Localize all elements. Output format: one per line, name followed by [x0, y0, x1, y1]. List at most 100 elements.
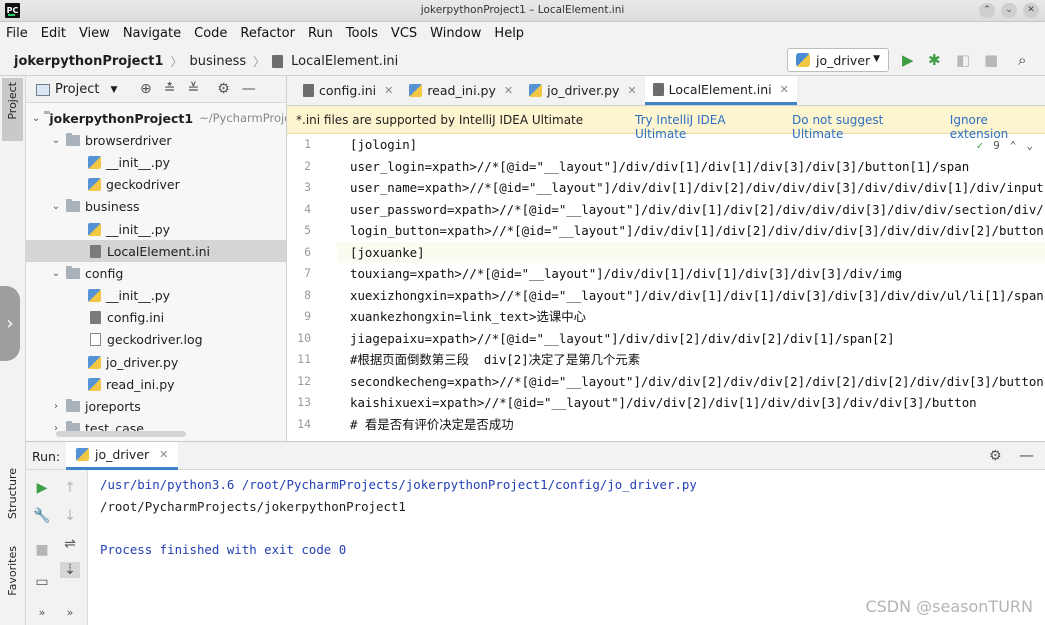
- chevron-down-icon[interactable]: ⌄: [50, 135, 62, 146]
- soft-wrap-icon[interactable]: ⇌: [60, 536, 80, 552]
- coverage-icon[interactable]: ◧: [956, 51, 970, 69]
- menu-file[interactable]: File: [6, 26, 28, 41]
- tree-item-file[interactable]: read_ini.py: [26, 373, 286, 395]
- hide-panel-icon[interactable]: —: [242, 81, 256, 97]
- code-line: xuankezhongxin=link_text>选课中心: [350, 309, 587, 324]
- code-area[interactable]: 1 2 3 4 5 6 7 8 9 10 11 12 13 14 [jologi…: [287, 134, 1045, 441]
- debug-icon[interactable]: ✱: [928, 51, 941, 69]
- wrench-icon[interactable]: 🔧: [32, 508, 52, 524]
- more-actions-icon[interactable]: »: [32, 606, 52, 619]
- tree-item-label: __init__.py: [106, 288, 171, 304]
- chevron-down-icon[interactable]: ⌄: [1026, 139, 1033, 152]
- close-icon[interactable]: ✕: [780, 83, 789, 96]
- expand-all-icon[interactable]: ≛: [164, 81, 176, 97]
- menu-view[interactable]: View: [79, 26, 110, 41]
- breadcrumb-separator-icon: 〉: [253, 55, 266, 69]
- menu-refactor[interactable]: Refactor: [240, 26, 295, 41]
- window-minimize-button[interactable]: ⌄: [1001, 3, 1017, 18]
- stop-icon[interactable]: ■: [984, 51, 998, 69]
- close-icon[interactable]: ✕: [159, 448, 168, 461]
- tree-item-label: geckodriver: [106, 177, 180, 193]
- rerun-icon[interactable]: ▶: [32, 480, 52, 496]
- gear-icon[interactable]: ⚙: [217, 81, 230, 97]
- arrow-up-icon[interactable]: ↑: [60, 480, 80, 496]
- menu-vcs[interactable]: VCS: [391, 26, 417, 41]
- code-line: user_password=xpath>//*[@id="__layout"]/…: [350, 201, 1044, 217]
- collapse-all-icon[interactable]: ≚: [187, 81, 199, 97]
- project-tool-tab[interactable]: Project: [2, 78, 23, 141]
- locate-file-icon[interactable]: ⊕: [140, 81, 152, 97]
- chevron-down-icon[interactable]: ⌄: [32, 113, 40, 124]
- window-close-button[interactable]: ✕: [1023, 3, 1039, 18]
- menu-run[interactable]: Run: [308, 26, 333, 41]
- tree-item-file[interactable]: __init__.py: [26, 151, 286, 173]
- gear-icon[interactable]: ⚙: [989, 448, 1002, 464]
- more-actions-icon[interactable]: »: [60, 606, 80, 619]
- tab-read-ini-py[interactable]: read_ini.py ✕: [401, 76, 521, 105]
- layout-icon[interactable]: ▭: [32, 574, 52, 590]
- inspection-widget[interactable]: ✓ 9 ⌃ ⌄: [977, 139, 1034, 152]
- tree-item-project-root[interactable]: ⌄ jokerpythonProject1 ~/PycharmProjects/…: [26, 107, 286, 129]
- tree-item-folder[interactable]: ⌄ browserdriver: [26, 129, 286, 151]
- tree-item-file[interactable]: config.ini: [26, 307, 286, 329]
- tree-item-file-selected[interactable]: LocalElement.ini: [26, 240, 286, 263]
- tree-item-folder[interactable]: ⌄ config: [26, 262, 286, 284]
- close-icon[interactable]: ✕: [384, 84, 393, 97]
- menu-bar: File Edit View Navigate Code Refactor Ru…: [0, 22, 1045, 45]
- minimize-icon[interactable]: —: [1019, 446, 1034, 464]
- window-maximize-button[interactable]: ⌃: [979, 3, 995, 18]
- menu-edit[interactable]: Edit: [41, 26, 66, 41]
- tree-item-path: ~/PycharmProjects/jokerpythonProject1: [199, 111, 286, 126]
- tree-item-folder[interactable]: › joreports: [26, 395, 286, 417]
- chevron-down-icon[interactable]: ⌄: [50, 268, 62, 279]
- breadcrumb-file[interactable]: LocalElement.ini: [291, 54, 398, 69]
- tab-localelement-ini[interactable]: LocalElement.ini ✕: [644, 76, 797, 105]
- close-icon[interactable]: ✕: [627, 84, 636, 97]
- tree-item-label: config.ini: [107, 310, 165, 326]
- run-icon[interactable]: ▶: [902, 51, 914, 69]
- text-file-icon: [90, 333, 101, 347]
- tree-item-file[interactable]: jo_driver.py: [26, 351, 286, 373]
- line-number: 12: [297, 373, 311, 388]
- tab-config-ini[interactable]: config.ini ✕: [295, 76, 401, 105]
- structure-tool-tab[interactable]: Structure: [6, 468, 19, 519]
- tree-item-label: jo_driver.py: [106, 354, 179, 370]
- menu-navigate[interactable]: Navigate: [123, 26, 181, 41]
- watermark: CSDN @seasonTURN: [865, 597, 1033, 616]
- close-icon[interactable]: ✕: [504, 84, 513, 97]
- line-number: 4: [304, 201, 311, 216]
- project-horizontal-scrollbar[interactable]: [56, 431, 186, 437]
- menu-code[interactable]: Code: [194, 26, 227, 41]
- project-view-icon: [36, 83, 50, 96]
- stop-icon[interactable]: ■: [32, 542, 52, 558]
- chevron-up-icon[interactable]: ⌃: [1010, 139, 1017, 152]
- tree-item-file[interactable]: geckodriver: [26, 174, 286, 196]
- console-output[interactable]: /usr/bin/python3.6 /root/PycharmProjects…: [100, 474, 697, 560]
- scroll-to-end-icon[interactable]: ⇣: [60, 562, 80, 578]
- editor: config.ini ✕ read_ini.py ✕ jo_driver.py …: [287, 76, 1045, 441]
- breadcrumb-folder[interactable]: business: [189, 54, 246, 69]
- menu-window[interactable]: Window: [430, 26, 481, 41]
- ini-file-icon: [303, 84, 314, 97]
- project-panel-title: Project: [55, 82, 100, 97]
- breadcrumb-project[interactable]: jokerpythonProject1: [14, 54, 163, 69]
- python-file-icon: [796, 53, 810, 67]
- tab-jo-driver-py[interactable]: jo_driver.py ✕: [521, 76, 645, 105]
- search-icon[interactable]: ⌕: [1018, 51, 1026, 69]
- menu-help[interactable]: Help: [494, 26, 524, 41]
- run-tab-jo-driver[interactable]: jo_driver ✕: [66, 442, 179, 470]
- tree-item-file[interactable]: __init__.py: [26, 218, 286, 240]
- console-line: /usr/bin/python3.6 /root/PycharmProjects…: [100, 477, 697, 492]
- favorites-tool-tab[interactable]: Favorites: [6, 546, 19, 596]
- chevron-down-icon[interactable]: ⌄: [50, 201, 62, 212]
- run-configuration-select[interactable]: jo_driver ▼: [787, 48, 889, 72]
- project-view-select[interactable]: Project ▼: [36, 82, 117, 97]
- menu-tools[interactable]: Tools: [346, 26, 378, 41]
- chevron-right-icon[interactable]: ›: [50, 401, 62, 412]
- collapse-chevron-icon[interactable]: ›: [0, 286, 20, 361]
- project-panel-header: Project ▼ ⊕ ≛ ≚ ⚙ —: [26, 76, 286, 103]
- tree-item-file[interactable]: geckodriver.log: [26, 329, 286, 351]
- tree-item-folder[interactable]: ⌄ business: [26, 196, 286, 218]
- arrow-down-icon[interactable]: ↓: [60, 508, 80, 524]
- tree-item-file[interactable]: __init__.py: [26, 285, 286, 307]
